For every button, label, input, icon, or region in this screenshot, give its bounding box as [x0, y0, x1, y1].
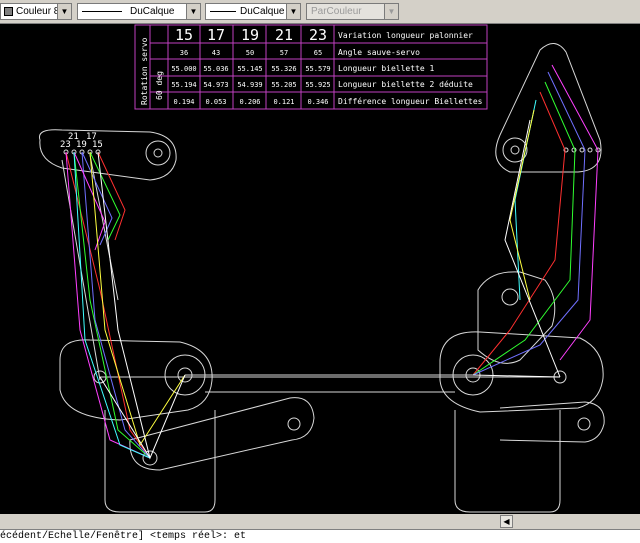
table-side-label: 60 deg	[155, 71, 164, 100]
table-cell: 0.121	[273, 98, 294, 106]
right-servo-case	[454, 410, 561, 513]
left-upper-pivot	[145, 140, 171, 166]
linetype-combo-value: DuCalque	[130, 6, 175, 17]
table-row-label: Angle sauve-servo	[338, 48, 420, 57]
table-cell: 55.205	[271, 81, 296, 89]
color-combo-value: Couleur 8	[16, 6, 60, 17]
chevron-down-icon[interactable]: ▼	[286, 4, 300, 19]
right-link-white	[472, 119, 561, 378]
horizontal-scrollbar[interactable]: ◀	[0, 514, 640, 529]
right-servo-hole	[577, 417, 591, 431]
left-upper-pivot-inner	[153, 148, 163, 158]
right-servo-mount	[477, 271, 556, 364]
lineweight-combo[interactable]: DuCalque ▼	[205, 3, 301, 20]
table-cell: 0.053	[205, 98, 226, 106]
properties-toolbar: Couleur 8 ▼ DuCalque ▼ DuCalque ▼ ParCou…	[0, 0, 640, 24]
table-cell: 43	[212, 49, 220, 57]
data-table: Rotation servo 60 deg 15 17 19 21 23 Var…	[134, 24, 488, 110]
table-cell: 54.939	[237, 81, 262, 89]
right-servo-hub	[501, 288, 519, 306]
left-servo-hole	[287, 417, 301, 431]
table-header-cell: 23	[309, 26, 327, 44]
table-cell: 55.925	[305, 81, 330, 89]
table-cell: 36	[180, 49, 188, 57]
table-cell: 55.194	[171, 81, 196, 89]
table-header-cell: 15	[175, 26, 193, 44]
table-header-label: Variation longueur palonnier	[338, 31, 473, 40]
hole-label: 15	[92, 140, 103, 150]
hole-label: 23	[60, 140, 71, 150]
plotstyle-combo[interactable]: ParCouleur ▼	[306, 3, 399, 20]
left-link-blue	[81, 151, 151, 459]
table-cell: 50	[246, 49, 254, 57]
table-cell: 0.346	[307, 98, 328, 106]
table-cell: 55.000	[171, 65, 196, 73]
table-cell: 55.145	[237, 65, 262, 73]
table-cell: 55.036	[203, 65, 228, 73]
scroll-left-icon[interactable]: ◀	[500, 515, 513, 528]
table-cell: 54.973	[203, 81, 228, 89]
drawing-canvas[interactable]: 21 17 23 19 15 Rotation servo 60 deg 15 …	[0, 24, 640, 514]
right-link-blue	[472, 71, 586, 376]
left-servo-arm	[129, 397, 315, 471]
left-link-yellow	[89, 151, 186, 447]
table-cell: 55.326	[271, 65, 296, 73]
right-upper-pivot-inner	[510, 145, 520, 155]
right-link-cyan	[514, 99, 537, 301]
right-hole	[587, 147, 593, 153]
color-swatch-icon	[4, 7, 13, 16]
table-header-cell: 17	[207, 26, 225, 44]
table-cell: 55.579	[305, 65, 330, 73]
table-row-label: Différence longueur Biellettes	[338, 96, 483, 106]
table-cell: 0.206	[239, 98, 260, 106]
table-header-cell: 19	[241, 26, 259, 44]
table-cell: 57	[280, 49, 288, 57]
right-servo-arm	[499, 401, 605, 443]
table-row-label: Longueur biellette 1	[338, 64, 435, 73]
line-sample-icon	[210, 11, 236, 12]
table-row-label: Longueur biellette 2 déduite	[338, 79, 473, 89]
cad-drawing: 21 17 23 19 15 Rotation servo 60 deg 15 …	[38, 24, 605, 513]
chevron-down-icon[interactable]: ▼	[57, 4, 71, 19]
table-cell: 0.194	[173, 98, 194, 106]
linetype-combo[interactable]: DuCalque ▼	[77, 3, 201, 20]
table-cell: 65	[314, 49, 322, 57]
color-combo[interactable]: Couleur 8 ▼	[0, 3, 72, 20]
right-link-green	[472, 81, 576, 376]
line-sample-icon	[82, 11, 122, 12]
command-line[interactable]: écédent/Echelle/Fenêtre] <temps réel>: e…	[0, 529, 640, 543]
table-side-label: Rotation servo	[140, 37, 149, 105]
chevron-down-icon[interactable]: ▼	[186, 4, 200, 19]
right-lower-body	[439, 331, 604, 413]
chevron-down-icon[interactable]: ▼	[384, 4, 398, 19]
plotstyle-combo-value: ParCouleur	[311, 6, 362, 17]
table-header-cell: 21	[275, 26, 293, 44]
crossbar	[185, 374, 473, 393]
right-hole	[579, 147, 585, 153]
lineweight-combo-value: DuCalque	[240, 6, 285, 17]
hole-label: 19	[76, 140, 87, 150]
